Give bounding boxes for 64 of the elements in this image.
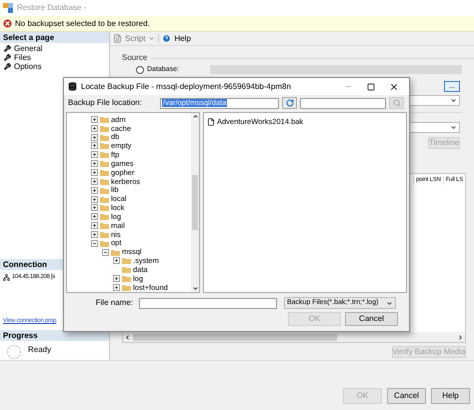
vertical-scrollbar[interactable] <box>191 113 199 292</box>
expand-icon[interactable] <box>91 142 98 150</box>
expand-icon[interactable] <box>91 134 98 141</box>
expand-icon[interactable] <box>113 257 120 264</box>
scroll-up-icon[interactable] <box>192 113 198 120</box>
script-icon <box>113 34 122 43</box>
database-icon <box>68 82 77 91</box>
expand-icon[interactable] <box>91 204 98 212</box>
dialog-button[interactable]: Cancel <box>387 388 426 404</box>
chevron-down-icon <box>386 300 393 306</box>
close-icon[interactable] <box>389 82 399 92</box>
scroll-right-icon[interactable] <box>457 334 464 340</box>
file-name-field[interactable] <box>139 298 277 308</box>
error-icon <box>3 19 12 28</box>
search-field[interactable] <box>300 98 386 108</box>
database-radio[interactable] <box>136 66 144 74</box>
wrench-icon <box>4 54 11 61</box>
collapse-icon[interactable] <box>91 240 98 247</box>
wrench-icon <box>4 45 11 52</box>
expand-icon[interactable] <box>91 213 98 220</box>
horizontal-scrollbar[interactable] <box>123 332 465 342</box>
section-header: Progress <box>0 330 109 341</box>
scroll-down-icon[interactable] <box>192 285 198 292</box>
maximize-icon[interactable] <box>367 82 375 90</box>
dialog-button[interactable]: Help <box>431 388 470 404</box>
page-link[interactable]: Files <box>14 54 31 62</box>
location-label: Backup File location: <box>68 97 143 109</box>
source-label: Source <box>122 52 148 64</box>
refresh-button[interactable] <box>282 97 297 109</box>
page-link[interactable]: General <box>14 44 42 52</box>
chevron-down-icon <box>450 124 457 131</box>
script-button[interactable]: Script <box>125 32 146 44</box>
expand-icon[interactable] <box>113 275 120 282</box>
expand-icon[interactable] <box>91 116 98 123</box>
expand-icon[interactable] <box>91 222 98 230</box>
expand-icon[interactable] <box>113 284 120 291</box>
error-message: No backupset selected to be restored. <box>15 18 150 30</box>
expand-icon[interactable] <box>91 178 98 185</box>
window-title: Restore Database - <box>17 2 86 14</box>
dialog-button[interactable]: Cancel <box>345 312 398 326</box>
expand-icon[interactable] <box>91 124 98 132</box>
help-button[interactable]: Help <box>174 32 191 44</box>
expand-icon[interactable] <box>91 168 98 176</box>
collapse-icon[interactable] <box>102 248 109 256</box>
search-icon <box>392 99 400 107</box>
help-icon <box>162 34 172 43</box>
wrench-icon <box>4 63 11 70</box>
dialog-title: Locate Backup File - mssql-deployment-9659694bb-4pm8n <box>81 80 292 92</box>
app-icon <box>3 3 13 13</box>
page-link[interactable]: Options <box>14 62 42 70</box>
server-icon <box>3 274 10 282</box>
dropdown-caret-icon[interactable] <box>148 35 156 42</box>
progress-status: Ready <box>28 344 52 356</box>
refresh-icon <box>286 99 294 107</box>
expand-icon[interactable] <box>91 230 98 238</box>
file-icon <box>207 118 215 126</box>
file-name-label: File name: <box>94 297 134 309</box>
section-header: Select a page <box>0 32 109 43</box>
scroll-left-icon[interactable] <box>124 334 131 340</box>
expand-icon[interactable] <box>91 151 98 158</box>
expand-icon[interactable] <box>91 196 98 203</box>
expand-icon[interactable] <box>91 160 98 168</box>
expand-icon[interactable] <box>91 186 98 194</box>
chevron-down-icon <box>450 97 457 104</box>
